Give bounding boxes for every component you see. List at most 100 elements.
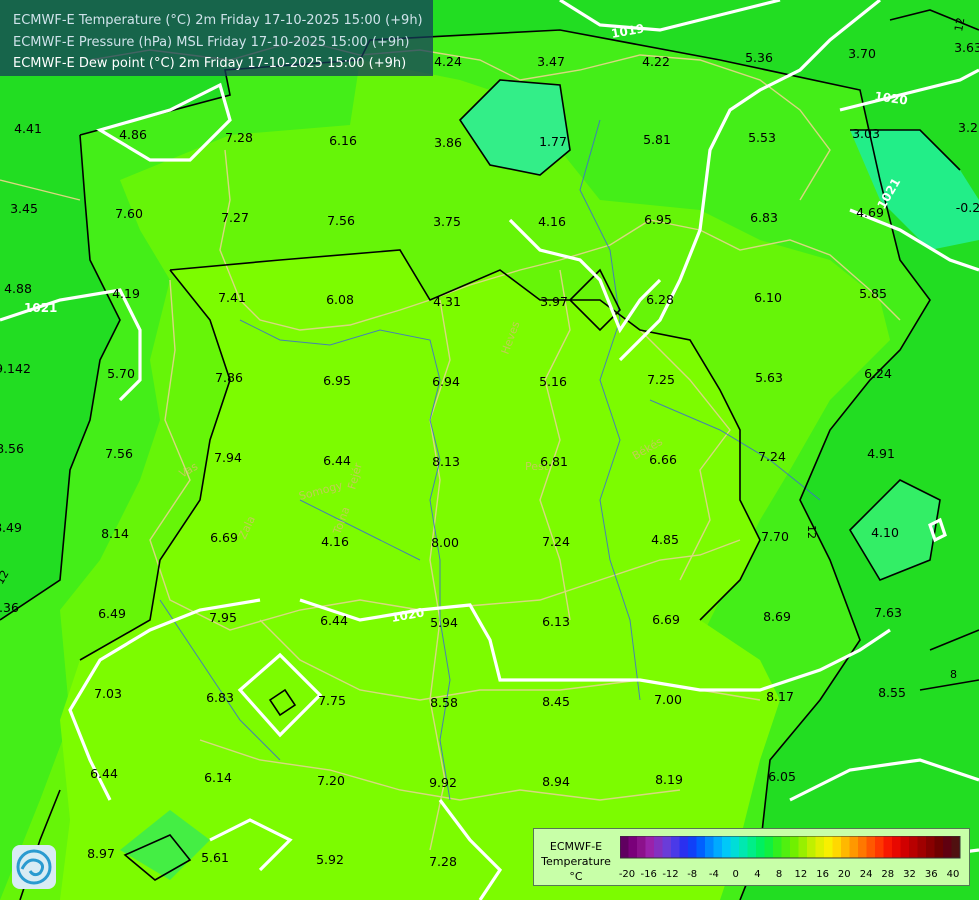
- legend-tick-label: -16: [641, 869, 657, 880]
- station-value: 5.63: [755, 370, 783, 385]
- temperature-legend: ECMWF-E Temperature °C -20 -16 -12 -8 -4 0 4 8 1…: [533, 828, 970, 886]
- station-value: 7.63: [874, 605, 902, 620]
- isotherm-label: 8: [950, 668, 957, 681]
- legend-tick-label: 40: [947, 869, 960, 880]
- legend-tick-label: 28: [881, 869, 894, 880]
- station-value: 8.00: [431, 535, 459, 550]
- station-value: 6.95: [644, 212, 672, 227]
- legend-tick-label: 8: [776, 869, 782, 880]
- legend-tick-label: 16: [816, 869, 829, 880]
- legend-color-swatch: [773, 836, 782, 858]
- isobar-label: 1021: [24, 301, 57, 315]
- legend-color-swatch: [841, 836, 850, 858]
- station-value: 6.14: [204, 770, 232, 785]
- station-value: 6.36: [0, 600, 19, 615]
- legend-color-swatch: [951, 836, 961, 858]
- legend-color-swatch: [934, 836, 944, 858]
- legend-color-swatch: [849, 836, 859, 858]
- station-value: 3.45: [10, 201, 38, 216]
- station-value: 7.95: [209, 610, 237, 625]
- legend-color-swatch: [900, 836, 910, 858]
- legend-color-swatch: [875, 836, 884, 858]
- station-value: 6.69: [210, 530, 238, 545]
- station-value: 4.88: [4, 281, 32, 296]
- legend-color-swatch: [679, 836, 689, 858]
- station-value: 3.97: [540, 294, 568, 309]
- header-line-temperature: ECMWF-E Temperature (°C) 2m Friday 17-10…: [13, 13, 423, 28]
- station-value: 7.86: [215, 370, 243, 385]
- station-value: 8.14: [101, 526, 129, 541]
- legend-color-swatch: [790, 836, 799, 858]
- weather-map: Vas Zala Somogy Fejér Tolna Heves Pest B…: [0, 0, 979, 900]
- station-value: 1.77: [539, 134, 567, 149]
- station-value: 8.45: [542, 694, 570, 709]
- station-value: 9.92: [429, 775, 457, 790]
- station-value: 5.70: [107, 366, 135, 381]
- legend-color-swatch: [654, 836, 663, 858]
- station-value: 7.28: [429, 854, 457, 869]
- station-value: 9.142: [0, 361, 31, 376]
- station-value: 8.94: [542, 774, 570, 789]
- station-value: 6.83: [206, 690, 234, 705]
- station-value: 8.58: [430, 695, 458, 710]
- legend-color-swatch: [764, 836, 774, 858]
- station-value: 6.49: [98, 606, 126, 621]
- legend-color-swatch: [798, 836, 808, 858]
- station-value: 3.75: [433, 214, 461, 229]
- legend-title-line: Temperature: [541, 855, 611, 868]
- isotherm-label: 12: [805, 525, 818, 539]
- agency-logo: [12, 845, 56, 889]
- station-value: 3.70: [848, 46, 876, 61]
- station-value: 4.41: [14, 121, 42, 136]
- station-value: 6.10: [754, 290, 782, 305]
- isotherm-label: 12: [952, 16, 967, 32]
- legend-tick-label: -12: [662, 869, 678, 880]
- station-value: 4.16: [321, 534, 349, 549]
- legend-tick-label: 36: [925, 869, 938, 880]
- header-line-dewpoint: ECMWF-E Dew point (°C) 2m Friday 17-10-2…: [13, 56, 407, 71]
- station-value: 8.69: [763, 609, 791, 624]
- legend-title-line: ECMWF-E: [549, 840, 603, 853]
- legend-tick-label: 24: [860, 869, 873, 880]
- legend-colorbar: [620, 836, 961, 859]
- station-value: 6.44: [323, 453, 351, 468]
- station-value: 4.86: [119, 127, 147, 142]
- station-value: 7.28: [225, 130, 253, 145]
- legend-color-swatch: [645, 836, 655, 858]
- legend-color-swatch: [909, 836, 918, 858]
- station-value: 3.47: [537, 54, 565, 69]
- station-value: 6.44: [90, 766, 118, 781]
- station-value: 8.17: [766, 689, 794, 704]
- station-value: 3.86: [434, 135, 462, 150]
- header-line-pressure: ECMWF-E Pressure (hPa) MSL Friday 17-10-…: [13, 35, 410, 50]
- station-value: 7.56: [105, 446, 133, 461]
- station-value: 7.60: [115, 206, 143, 221]
- station-value: 7.94: [214, 450, 242, 465]
- station-value: 7.75: [318, 693, 346, 708]
- legend-tick-label: -8: [687, 869, 697, 880]
- station-value: 6.69: [652, 612, 680, 627]
- legend-tick-label: -20: [619, 869, 635, 880]
- station-value: 4.69: [856, 205, 884, 220]
- legend-color-swatch: [824, 836, 833, 858]
- station-value: -0.2: [956, 200, 979, 215]
- station-value: 7.41: [218, 290, 246, 305]
- station-value: 7.25: [647, 372, 675, 387]
- legend-color-swatch: [943, 836, 952, 858]
- station-value: 5.36: [745, 50, 773, 65]
- station-value: 3.2: [958, 120, 978, 135]
- legend-color-swatch: [722, 836, 731, 858]
- legend-color-swatch: [781, 836, 791, 858]
- station-value: 6.94: [432, 374, 460, 389]
- station-value: 8.97: [87, 846, 115, 861]
- station-value: 6.05: [768, 769, 796, 784]
- legend-color-swatch: [688, 836, 697, 858]
- station-value: 6.16: [329, 133, 357, 148]
- station-value: 6.81: [540, 454, 568, 469]
- station-value: 4.85: [651, 532, 679, 547]
- legend-color-swatch: [832, 836, 842, 858]
- legend-color-swatch: [671, 836, 680, 858]
- station-value: 7.24: [542, 534, 570, 549]
- legend-color-swatch: [662, 836, 672, 858]
- station-value: 5.81: [643, 132, 671, 147]
